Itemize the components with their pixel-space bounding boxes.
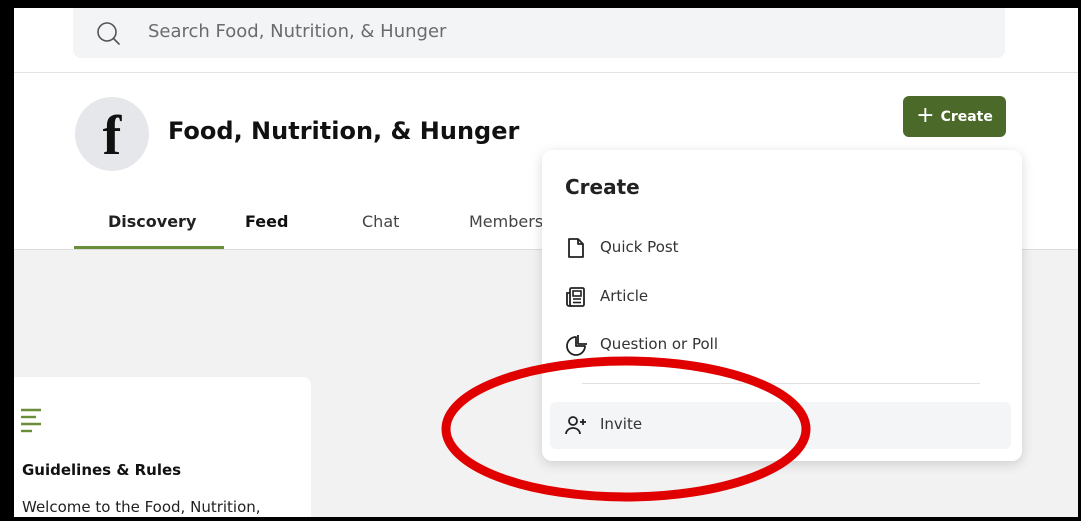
menu-item-label: Question or Poll xyxy=(600,335,718,353)
search-icon xyxy=(97,22,120,45)
guidelines-text: Welcome to the Food, Nutrition, xyxy=(22,498,261,516)
pie-chart-icon xyxy=(566,335,587,356)
search-placeholder: Search Food, Nutrition, & Hunger xyxy=(148,21,447,42)
menu-item-quick-post[interactable]: Quick Post xyxy=(542,228,1022,268)
plus-icon: + xyxy=(916,102,935,128)
tab-chat[interactable]: Chat xyxy=(362,212,399,231)
menu-item-article[interactable]: Article xyxy=(542,277,1022,317)
screenshot-frame-top xyxy=(0,0,1081,8)
create-button[interactable]: + Create xyxy=(903,96,1006,137)
menu-item-label: Article xyxy=(600,287,649,305)
search-input[interactable]: Search Food, Nutrition, & Hunger xyxy=(73,8,1005,58)
menu-item-invite[interactable]: Invite xyxy=(550,402,1011,449)
menu-item-label: Quick Post xyxy=(600,238,679,256)
user-plus-icon xyxy=(565,416,586,435)
screenshot-frame-bottom xyxy=(0,517,1081,521)
screenshot-frame-left xyxy=(0,0,14,521)
active-tab-indicator xyxy=(74,246,224,249)
header-divider xyxy=(14,72,1078,73)
tab-feed[interactable]: Feed xyxy=(245,212,288,231)
menu-divider xyxy=(582,383,980,384)
create-button-label: Create xyxy=(940,108,993,125)
newspaper-icon xyxy=(566,287,585,307)
group-avatar-letter: f xyxy=(102,105,122,167)
menu-item-label: Invite xyxy=(600,415,643,433)
text-lines-icon xyxy=(21,408,41,433)
tab-members[interactable]: Members xyxy=(469,212,543,231)
page-title: Food, Nutrition, & Hunger xyxy=(168,117,520,145)
tab-discovery[interactable]: Discovery xyxy=(108,212,196,231)
group-avatar: f xyxy=(75,97,149,171)
create-menu-title: Create xyxy=(565,175,640,199)
create-menu: Create Quick Post Article Question or Po… xyxy=(542,150,1022,461)
document-icon xyxy=(568,238,584,258)
guidelines-card[interactable]: Guidelines & Rules Welcome to the Food, … xyxy=(14,377,311,517)
guidelines-title: Guidelines & Rules xyxy=(22,461,182,479)
menu-item-question-or-poll[interactable]: Question or Poll xyxy=(542,325,1022,365)
